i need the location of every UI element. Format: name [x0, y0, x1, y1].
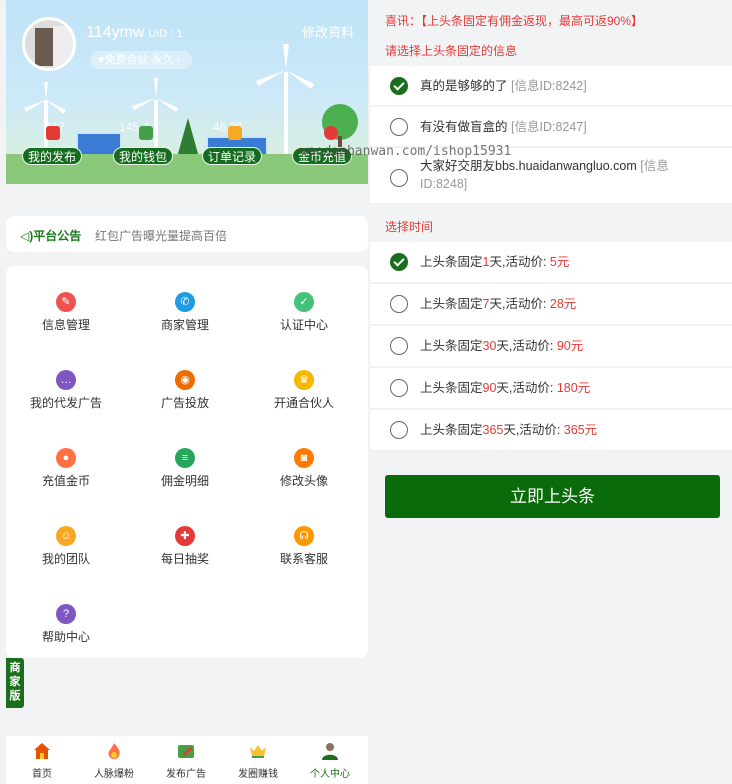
camera-icon: ◙ — [294, 448, 314, 468]
order-icon — [228, 126, 242, 140]
info-option[interactable]: 真的是够够的了 [信息ID:8242] — [370, 66, 732, 106]
edit-profile-link[interactable]: 修改资料 — [302, 22, 354, 41]
tab-profile[interactable]: 个人中心 — [294, 742, 366, 780]
radio-checked-icon[interactable] — [390, 77, 408, 95]
menu-item[interactable]: ≡ 佣金明细 — [125, 448, 245, 488]
menu-item[interactable]: ◙ 修改头像 — [244, 448, 364, 488]
announcement-bar[interactable]: ◁)平台公告 红包广告曝光量提高百倍 — [6, 216, 368, 252]
shield-check-icon: ✓ — [294, 292, 314, 312]
radio-unchecked-icon[interactable] — [390, 118, 408, 136]
headset-icon: ☊ — [294, 526, 314, 546]
menu-item[interactable]: ✓ 认证中心 — [244, 292, 364, 332]
radio-unchecked-icon[interactable] — [390, 379, 408, 397]
menu-item[interactable]: ? 帮助中心 — [6, 604, 126, 644]
turbine-blades-icon — [24, 82, 66, 114]
merchant-version-tag[interactable]: 商家版 — [6, 658, 24, 708]
watermark: waodanbanwan.com/ishop15931 — [300, 144, 512, 159]
menu-item[interactable]: ☺ 我的团队 — [6, 526, 126, 566]
menu-item[interactable]: ♛ 开通合伙人 — [244, 370, 364, 410]
radio-unchecked-icon[interactable] — [390, 421, 408, 439]
bell-icon — [46, 126, 60, 140]
home-icon — [34, 743, 50, 759]
tab-home[interactable]: 首页 — [6, 742, 78, 780]
publish-icon — [178, 745, 194, 758]
chat-bubble-icon: … — [56, 370, 76, 390]
go-headline-button[interactable]: 立即上头条 — [385, 475, 720, 518]
menu-item[interactable]: ☊ 联系客服 — [244, 526, 364, 566]
tab-earn[interactable]: 发圈赚钱 — [222, 742, 294, 780]
order-records-button[interactable]: 订单记录 — [202, 147, 263, 165]
time-option[interactable]: 上头条固定1天,活动价: 5元 — [370, 242, 732, 283]
tab-publish[interactable]: 发布广告 — [150, 742, 222, 780]
menu-item[interactable]: ◉ 广告投放 — [125, 370, 245, 410]
coins-icon: ● — [56, 448, 76, 468]
speaker-icon: ◁) — [20, 229, 34, 243]
crown-icon: ♛ — [294, 370, 314, 390]
time-option[interactable]: 上头条固定7天,活动价: 28元 — [370, 284, 732, 325]
wallet-icon — [139, 126, 153, 140]
info-option[interactable]: 有没有做盲盒的 [信息ID:8247] — [370, 107, 732, 147]
my-wallet-button[interactable]: 我的钱包 — [113, 147, 174, 165]
promo-notice: 喜讯：【上头条固定有佣金返现，最高可返90%】 — [385, 14, 644, 28]
radio-checked-icon[interactable] — [390, 253, 408, 271]
right-panel: 喜讯：【上头条固定有佣金返现，最高可返90%】 请选择上头条固定的信息 真的是够… — [370, 0, 732, 784]
crown-icon — [250, 745, 266, 758]
uid-label: UID : 1 — [148, 28, 183, 40]
menu-item[interactable]: ● 充值金币 — [6, 448, 126, 488]
turbine-blades-icon — [132, 78, 178, 112]
select-info-title: 请选择上头条固定的信息 — [385, 44, 518, 58]
help-icon: ? — [56, 604, 76, 624]
radio-unchecked-icon[interactable] — [390, 337, 408, 355]
coin-icon — [324, 126, 338, 140]
target-icon: ◉ — [175, 370, 195, 390]
avatar[interactable] — [22, 17, 76, 71]
tab-network[interactable]: 人脉爆粉 — [78, 742, 150, 780]
menu-grid: ✎ 信息管理 ✆ 商家管理 ✓ 认证中心 … 我的代发广告 ◉ 广告投放 ♛ 开通合伙人 ●… — [6, 266, 368, 658]
time-option[interactable]: 上头条固定365天,活动价: 365元 — [370, 410, 732, 451]
time-option[interactable]: 上头条固定90天,活动价: 180元 — [370, 368, 732, 409]
partner-badge[interactable]: ♥免费合伙 永久 › — [90, 51, 193, 69]
chevron-right-icon: › — [176, 54, 181, 66]
wechat-icon: ✆ — [175, 292, 195, 312]
turbine-blades-icon — [256, 44, 314, 89]
menu-item[interactable]: ✆ 商家管理 — [125, 292, 245, 332]
time-option[interactable]: 上头条固定30天,活动价: 90元 — [370, 326, 732, 367]
team-icon: ☺ — [56, 526, 76, 546]
menu-item[interactable]: ✎ 信息管理 — [6, 292, 126, 332]
announcement-title: ◁)平台公告 — [20, 229, 82, 243]
select-time-title: 选择时间 — [385, 220, 434, 234]
menu-item[interactable]: ✚ 每日抽奖 — [125, 526, 245, 566]
gift-icon: ✚ — [175, 526, 195, 546]
menu-item[interactable]: … 我的代发广告 — [6, 370, 126, 410]
left-panel: 114ymwUID : 1 ♥免费合伙 永久 › 修改资料 117 145.4 … — [6, 0, 368, 784]
radio-unchecked-icon[interactable] — [390, 169, 408, 187]
bottom-tab-bar: 首页 人脉爆粉 发布广告 发圈赚钱 个人中心 — [6, 736, 368, 784]
fire-icon — [108, 743, 120, 759]
radio-unchecked-icon[interactable] — [390, 295, 408, 313]
my-posts-button[interactable]: 我的发布 — [22, 147, 83, 165]
username: 114ymw UID : 1 — [86, 24, 183, 41]
announcement-text: 红包广告曝光量提高百倍 — [95, 229, 228, 243]
clipboard-icon: ≡ — [175, 448, 195, 468]
edit-icon: ✎ — [56, 292, 76, 312]
user-icon — [322, 743, 338, 760]
